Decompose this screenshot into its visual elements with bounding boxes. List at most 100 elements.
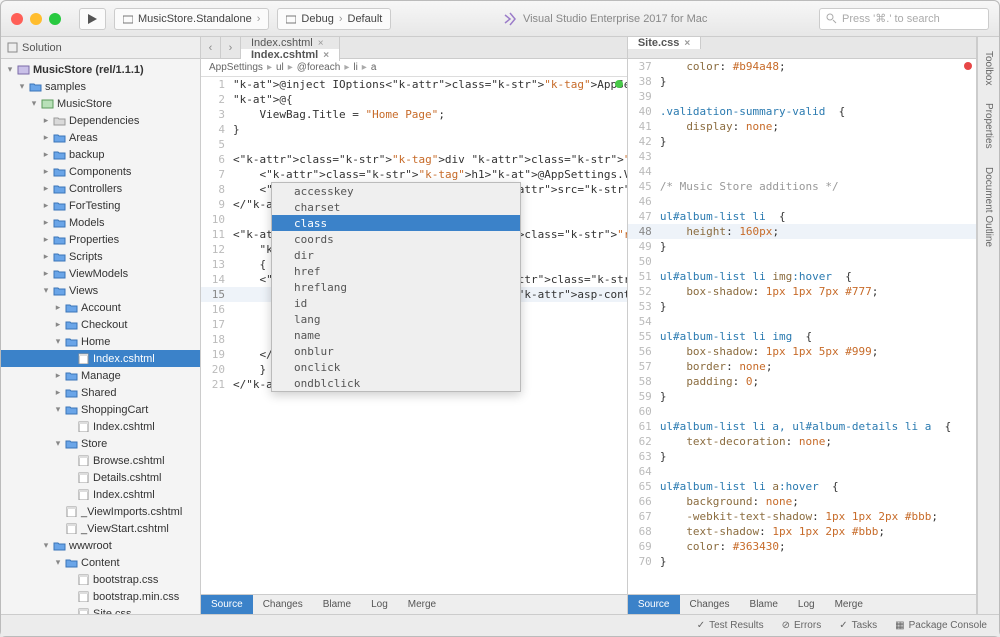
tree-item[interactable]: Index.cshtml (1, 350, 200, 367)
close-tab-icon[interactable]: × (684, 38, 690, 49)
close-tab-icon[interactable]: × (318, 38, 324, 49)
editor-mode-tab[interactable]: Changes (680, 595, 740, 614)
breadcrumb-segment[interactable]: li (353, 62, 357, 73)
tree-item[interactable]: Browse.cshtml (1, 452, 200, 469)
tree-item[interactable]: ▸Areas (1, 129, 200, 146)
solution-pane-header[interactable]: Solution (1, 37, 200, 59)
tree-root[interactable]: ▾ MusicStore (rel/1.1.1) (1, 61, 200, 78)
tree-item[interactable]: ▸ViewModels (1, 265, 200, 282)
tree-item[interactable]: ▸Manage (1, 367, 200, 384)
errors-button[interactable]: ⊘ Errors (782, 620, 822, 631)
tree-item[interactable]: ▸Scripts (1, 248, 200, 265)
editor-tab[interactable]: Site.css× (628, 37, 701, 49)
tree-item[interactable]: ▾Content (1, 554, 200, 571)
autocomplete-item[interactable]: lang (272, 311, 520, 327)
solution-tree[interactable]: ▾ MusicStore (rel/1.1.1) ▾samples▾MusicS… (1, 59, 200, 614)
test-results-button[interactable]: ✓ Test Results (697, 620, 764, 631)
editor-mode-tab[interactable]: Log (361, 595, 398, 614)
tree-item[interactable]: ▾ShoppingCart (1, 401, 200, 418)
editor-mode-tab[interactable]: Blame (313, 595, 361, 614)
tree-item-label: Details.cshtml (93, 472, 161, 484)
tree-item[interactable]: ▸ForTesting (1, 197, 200, 214)
folder-icon (64, 387, 78, 399)
tasks-button[interactable]: ✓ Tasks (839, 620, 877, 631)
project-selector[interactable]: MusicStore.Standalone › (114, 8, 269, 30)
editor-mode-tab[interactable]: Blame (740, 595, 788, 614)
autocomplete-item[interactable]: onclick (272, 359, 520, 375)
tree-item[interactable]: ▸Shared (1, 384, 200, 401)
tree-item-label: bootstrap.css (93, 574, 158, 586)
tree-item[interactable]: Index.cshtml (1, 418, 200, 435)
tree-item[interactable]: Details.cshtml (1, 469, 200, 486)
tree-item[interactable]: ▸Properties (1, 231, 200, 248)
autocomplete-item[interactable]: hreflang (272, 279, 520, 295)
autocomplete-item[interactable]: accesskey (272, 183, 520, 199)
editor-mode-tab[interactable]: Log (788, 595, 825, 614)
autocomplete-item[interactable]: ondblclick (272, 375, 520, 391)
tree-item[interactable]: ▸Checkout (1, 316, 200, 333)
tree-item[interactable]: ▾Store (1, 435, 200, 452)
tree-item[interactable]: ▾Views (1, 282, 200, 299)
tree-item[interactable]: Index.cshtml (1, 486, 200, 503)
tree-item[interactable]: Site.css (1, 605, 200, 614)
side-panel-tab[interactable]: Properties (981, 95, 996, 157)
breadcrumb-segment[interactable]: ul (276, 62, 284, 73)
tree-item[interactable]: ▸backup (1, 146, 200, 163)
breadcrumb-segment[interactable]: @foreach (297, 62, 341, 73)
tree-item[interactable]: ▾Home (1, 333, 200, 350)
package-console-button[interactable]: ▦ Package Console (895, 620, 987, 631)
autocomplete-item[interactable]: id (272, 295, 520, 311)
tree-item[interactable]: ▾samples (1, 78, 200, 95)
editor-mode-tab[interactable]: Source (628, 595, 680, 614)
autocomplete-item[interactable]: onblur (272, 343, 520, 359)
editor-mode-tab[interactable]: Merge (825, 595, 873, 614)
tree-item[interactable]: ▸Controllers (1, 180, 200, 197)
tree-item[interactable]: ▾wwwroot (1, 537, 200, 554)
vs-logo-icon (503, 12, 517, 26)
side-panel-tab[interactable]: Toolbox (981, 43, 996, 93)
autocomplete-item[interactable]: coords (272, 231, 520, 247)
editor-mode-tab[interactable]: Merge (398, 595, 446, 614)
folder-icon (52, 149, 66, 161)
app-title: Visual Studio Enterprise 2017 for Mac (523, 13, 707, 25)
tree-item[interactable]: _ViewImports.cshtml (1, 503, 200, 520)
tree-item-label: Index.cshtml (93, 353, 155, 365)
autocomplete-item[interactable]: name (272, 327, 520, 343)
tree-item[interactable]: ▸Components (1, 163, 200, 180)
minimize-window-icon[interactable] (30, 13, 42, 25)
tree-item[interactable]: bootstrap.css (1, 571, 200, 588)
folder-icon (52, 132, 66, 144)
global-search-input[interactable]: Press '⌘.' to search (819, 8, 989, 30)
editor-mode-tab[interactable]: Source (201, 595, 253, 614)
editor-mode-tab[interactable]: Changes (253, 595, 313, 614)
run-button[interactable] (79, 8, 106, 30)
zoom-window-icon[interactable] (49, 13, 61, 25)
tree-item[interactable]: ▸Dependencies (1, 112, 200, 129)
tree-item-label: backup (69, 149, 104, 161)
tree-item[interactable]: bootstrap.min.css (1, 588, 200, 605)
code-editor-right[interactable]: 37 color: #b94a48;38}3940.validation-sum… (628, 59, 976, 594)
editor-tab[interactable]: Index.cshtml× (241, 37, 340, 49)
tree-item[interactable]: ▸Account (1, 299, 200, 316)
autocomplete-popup[interactable]: accesskeycharsetclasscoordsdirhrefhrefla… (271, 182, 521, 392)
config-selector[interactable]: Debug › Default (277, 8, 391, 30)
nav-fwd-button[interactable]: › (221, 37, 241, 58)
tree-item-label: Account (81, 302, 121, 314)
tree-item-label: Home (81, 336, 110, 348)
breadcrumb-segment[interactable]: a (371, 62, 377, 73)
side-panel-tab[interactable]: Document Outline (981, 159, 996, 255)
autocomplete-item[interactable]: href (272, 263, 520, 279)
breadcrumb-left[interactable]: AppSettings▸ul▸@foreach▸li▸a (201, 59, 627, 77)
autocomplete-item[interactable]: class (272, 215, 520, 231)
close-window-icon[interactable] (11, 13, 23, 25)
code-editor-left[interactable]: 1"k-at">@inject IOptions<"k-attr">class=… (201, 77, 627, 594)
autocomplete-item[interactable]: dir (272, 247, 520, 263)
nav-back-button[interactable]: ‹ (201, 37, 221, 58)
autocomplete-item[interactable]: charset (272, 199, 520, 215)
tree-item[interactable]: ▸Models (1, 214, 200, 231)
breadcrumb-segment[interactable]: AppSettings (209, 62, 263, 73)
folder-icon (52, 251, 66, 263)
folder-icon (64, 438, 78, 450)
tree-item[interactable]: _ViewStart.cshtml (1, 520, 200, 537)
tree-item[interactable]: ▾MusicStore (1, 95, 200, 112)
